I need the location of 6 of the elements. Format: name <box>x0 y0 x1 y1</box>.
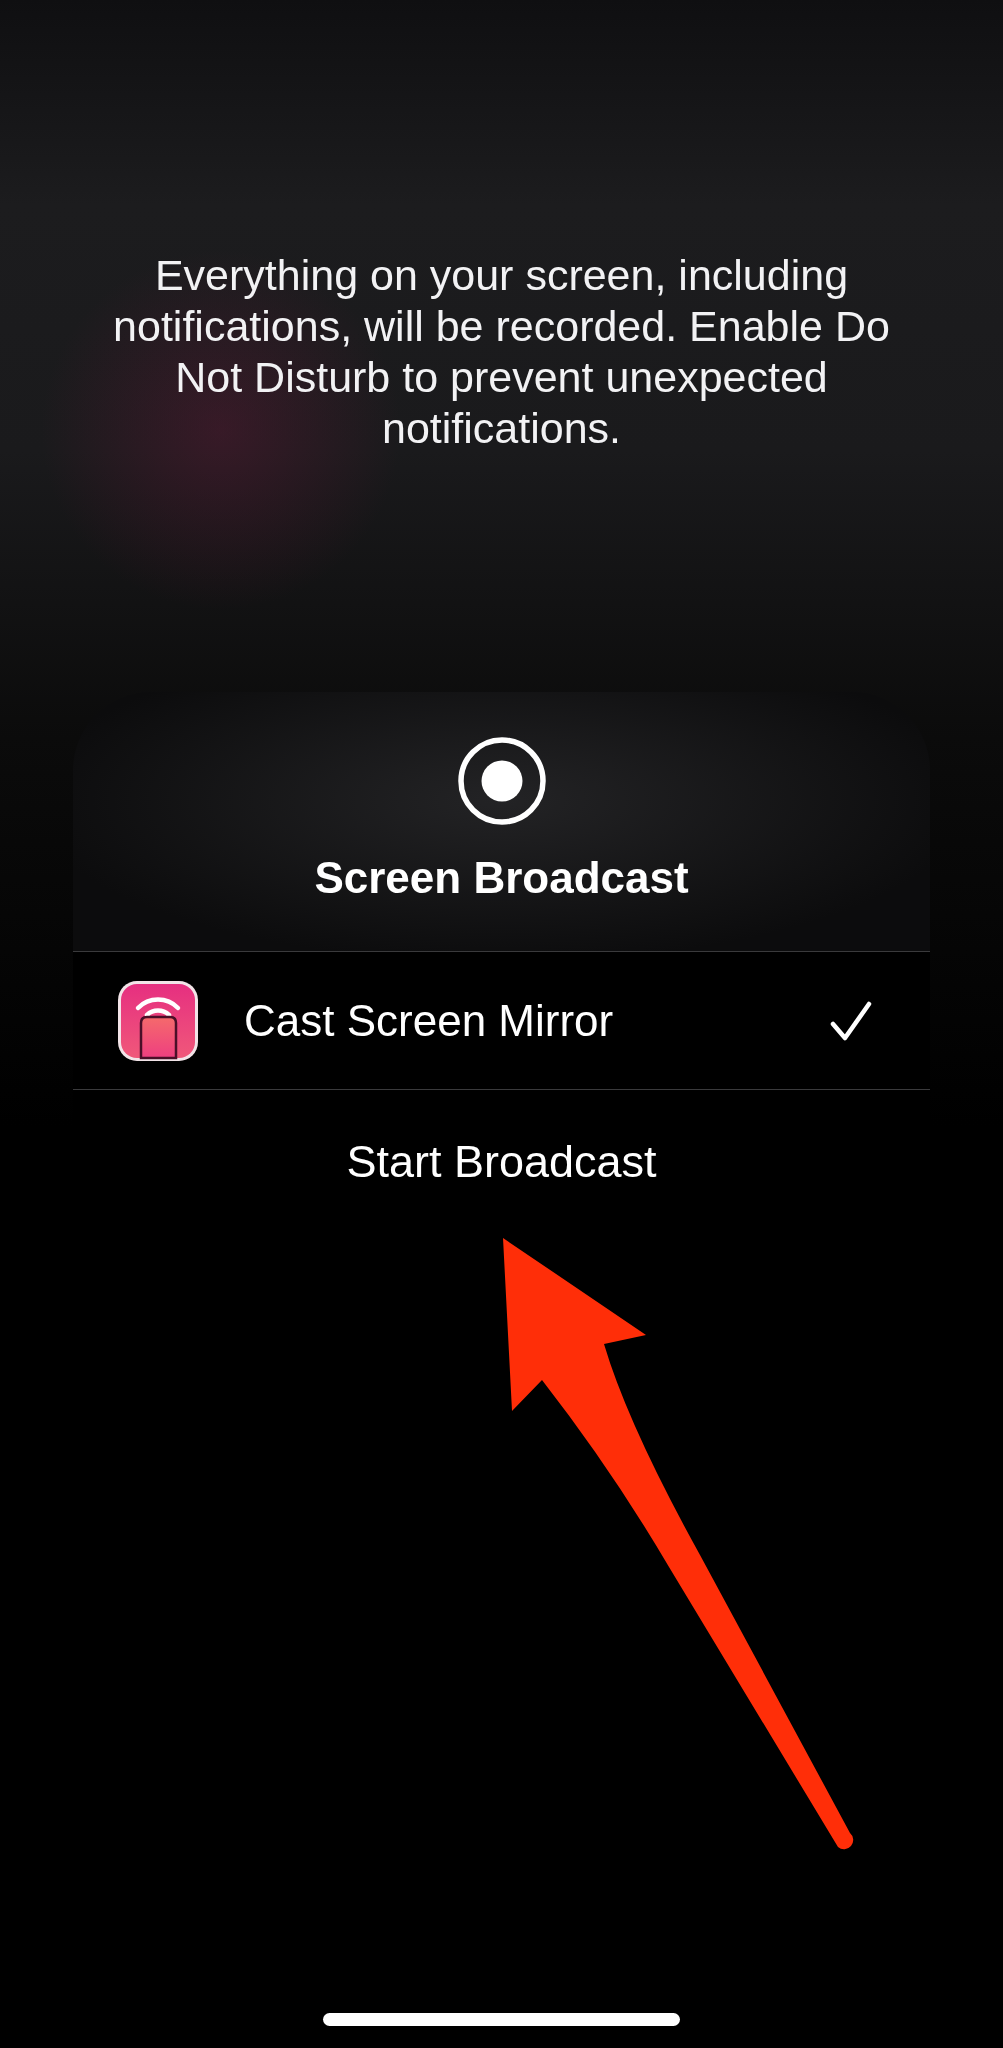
start-broadcast-button[interactable]: Start Broadcast <box>73 1089 930 1233</box>
record-icon <box>457 737 546 825</box>
app-option[interactable]: Cast Screen Mirror <box>73 951 930 1089</box>
sheet-title: Screen Broadcast <box>314 852 689 904</box>
phone-wireless-icon <box>118 980 198 1061</box>
recording-notice-text: Everything on your screen, including notifications, will be recorded. Enable Do Not Disturb to prevent unexpected notifications. <box>112 250 891 454</box>
